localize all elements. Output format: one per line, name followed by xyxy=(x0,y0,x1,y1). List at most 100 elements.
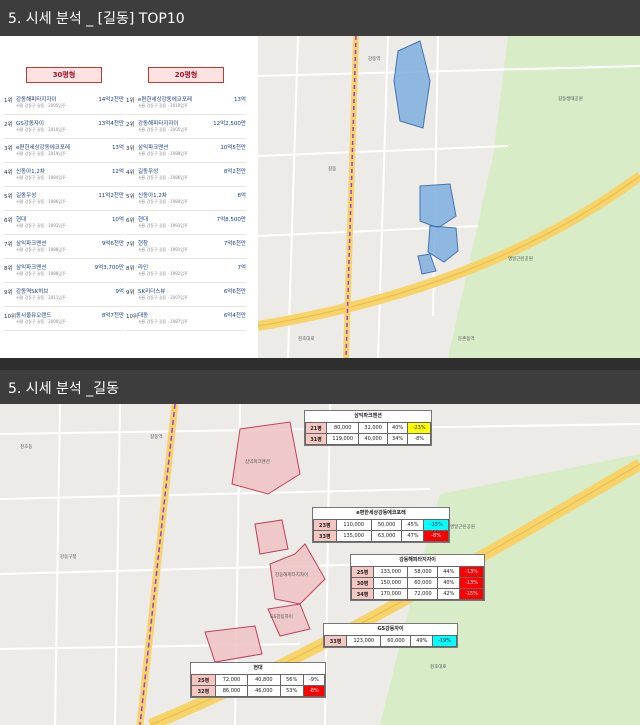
complex-price: 6억6천만 xyxy=(223,289,246,295)
pyeong-cell: 33평 xyxy=(323,635,348,647)
sale-price-cell: 110,000 xyxy=(335,519,372,531)
ranking-row[interactable]: 4위 길동우성 서울 강동구 길동 · 1986입주 8억2천만 xyxy=(126,164,246,187)
price-box-title: GS강동자이 xyxy=(377,626,404,632)
complex-price: 8억7천만 xyxy=(101,313,124,319)
rank-number: 3위 xyxy=(4,146,13,152)
complex-price: 8억 xyxy=(237,193,246,199)
ranking-row[interactable]: 8위 라인 서울 강동구 길동 · 1992입주 7억 xyxy=(126,260,246,283)
change-rate-cell: -15% xyxy=(459,588,484,600)
change-rate-cell: -19% xyxy=(432,635,457,647)
rank-number: 7위 xyxy=(4,242,13,248)
complex-price: 9억3,700만 xyxy=(94,265,124,271)
complex-address: 서울 강동구 길동 · 1993입주 xyxy=(16,223,66,228)
complex-name: 강동해피타지자이 xyxy=(16,97,57,103)
complex-price: 7억6천만 xyxy=(223,241,246,247)
complex-name: 길동우성 xyxy=(16,193,37,199)
price-box-happytage: 강동해피타지자이 25평 133,000 58,000 44% -13% 30평 150,00… xyxy=(350,554,485,601)
jeonse-ratio-cell: 44% xyxy=(437,566,461,578)
map-label: 명일근린공원 xyxy=(450,525,475,530)
complex-price: 10억 xyxy=(111,217,124,223)
price-row: 34평 170,000 72,000 42% -15% xyxy=(350,588,484,600)
rank-number: 10위 xyxy=(126,314,139,320)
rank-number: 3위 xyxy=(126,146,135,152)
jeonse-ratio-cell: 40% xyxy=(437,577,461,589)
ranking-row[interactable]: 10위 대동 서울 강동구 길동 · 1987입주 6억4천만 xyxy=(126,308,246,331)
ranking-row[interactable]: 6위 현대 서울 강동구 길동 · 1993입주 10억 xyxy=(4,212,124,235)
complex-price: 6억4천만 xyxy=(223,313,246,319)
ranking-row[interactable]: 9위 SK리더스뷰 서울 강동구 길동 · 2007입주 6억6천만 xyxy=(126,284,246,307)
price-table: 33평 123,000 60,000 49% -19% xyxy=(323,635,457,647)
price-box-hyundai: 현대 25평 72,000 40,800 56% -9% 32평 86,000 46,000 53… xyxy=(190,662,326,698)
ranking-row[interactable]: 6위 현대 서울 강동구 길동 · 1993입주 7억8,500만 xyxy=(126,212,246,235)
ecofore-polygon[interactable] xyxy=(254,519,289,555)
complex-name: e편한세상강동에코포레 xyxy=(16,145,70,151)
complex-price: 8억2천만 xyxy=(223,169,246,175)
complex-name: 삼익파크맨션 xyxy=(138,145,169,151)
rank-number: 4위 xyxy=(4,170,13,176)
ranking-row[interactable]: 4위 신동아1,2차 서울 강동구 길동 · 1984입주 12억 xyxy=(4,164,124,187)
ranking-row[interactable]: 7위 현창 서울 강동구 길동 · 1991입주 7억6천만 xyxy=(126,236,246,259)
complex-price: 14억2천만 xyxy=(98,97,124,103)
jeonse-price-cell: 63,000 xyxy=(370,530,403,542)
pyeong-cell: 25평 xyxy=(191,674,216,686)
bottom-map[interactable]: 천호동 길동역 강동구청 삼익파크맨션 강동해피타지자이 GS강동자이 천호대로 명일근린공원… xyxy=(0,404,640,725)
top-map[interactable]: 길동 강동역 명일근린공원 길동생태공원 천호대로 둔촌동역 xyxy=(258,36,640,358)
complex-address: 서울 강동구 길동 · 2019입주 xyxy=(16,151,66,156)
ranking-row[interactable]: 5위 길동우성 서울 강동구 길동 · 1986입주 11억2천만 xyxy=(4,188,124,211)
ranking-row[interactable]: 9위 강동역SK허브 서울 강동구 길동 · 2011입주 9억 xyxy=(4,284,124,307)
jeonse-ratio-cell: 47% xyxy=(401,530,425,542)
change-rate-cell: -23% xyxy=(407,422,431,434)
rank-number: 2위 xyxy=(126,122,135,128)
rank-number: 7위 xyxy=(126,242,135,248)
price-box-title: 현대 xyxy=(253,665,263,671)
pyeong-cell: 23평 xyxy=(313,519,337,531)
complex-address: 서울 강동구 길동 · 1986입주 xyxy=(16,199,66,204)
map-label: 삼익파크맨션 xyxy=(245,460,270,465)
ranking-row[interactable]: 3위 e편한세상강동에코포레 서울 강동구 길동 · 2019입주 13억 xyxy=(4,140,124,163)
complex-price: 12억2,500만 xyxy=(213,121,246,127)
rank-number: 4위 xyxy=(126,170,135,176)
ranking-row[interactable]: 1위 강동해피타지자이 서울 강동구 길동 · 2005입주 14억2천만 xyxy=(4,92,124,115)
pyeong-cell: 25평 xyxy=(350,566,375,578)
price-row: 33평 123,000 60,000 49% -19% xyxy=(323,635,457,647)
complex-name: 라인 xyxy=(138,265,149,271)
price-row: 23평 110,000 50,000 45% -15% xyxy=(313,519,449,531)
price-box-gs: GS강동자이 33평 123,000 60,000 49% -19% xyxy=(323,623,458,648)
complex-address: 서울 강동구 길동 · 2011입주 xyxy=(16,295,66,300)
complex-price: 13억 xyxy=(111,145,124,151)
sale-price-cell: 150,000 xyxy=(373,577,409,589)
pyeong-cell: 21평 xyxy=(305,422,327,434)
jeonse-price-cell: 60,000 xyxy=(407,577,439,589)
jeonse-price-cell: 46,000 xyxy=(247,685,281,697)
jeonse-ratio-cell: 56% xyxy=(279,674,304,686)
change-rate-cell: -8% xyxy=(423,530,449,542)
map-label: 강동구청 xyxy=(60,555,77,560)
jeonse-ratio-cell: 45% xyxy=(401,519,425,531)
ranking-row[interactable]: 7위 삼익파크맨션 서울 강동구 길동 · 1988입주 9억6천만 xyxy=(4,236,124,259)
ranking-row[interactable]: 5위 신동아1,2차 서울 강동구 길동 · 1984입주 8억 xyxy=(126,188,246,211)
ranking-row[interactable]: 10위 동서울유오랜드 서울 강동구 길동 · 2000입주 8억7천만 xyxy=(4,308,124,331)
sale-price-cell: 135,000 xyxy=(335,530,372,542)
complex-address: 서울 강동구 길동 · 1988입주 xyxy=(16,247,66,252)
complex-name: GS강동자이 xyxy=(16,121,44,127)
ranking-row[interactable]: 3위 삼익파크맨션 서울 강동구 길동 · 1988입주 10억5천만 xyxy=(126,140,246,163)
price-row: 25평 72,000 40,800 56% -9% xyxy=(191,674,326,686)
change-rate-cell: -13% xyxy=(459,577,484,589)
sale-price-cell: 86,000 xyxy=(214,685,249,697)
map-label: 길동역 xyxy=(150,435,163,440)
complex-address: 서울 강동구 길동 · 2000입주 xyxy=(16,319,66,324)
change-rate-cell: -13% xyxy=(459,566,484,578)
price-row: 31평 119,000 40,000 34% -8% xyxy=(305,433,431,445)
ranking-row[interactable]: 2위 강동해피타지자이 서울 강동구 길동 · 2005입주 12억2,500만 xyxy=(126,116,246,139)
complex-address: 서울 강동구 길동 · 2005입주 xyxy=(16,103,66,108)
rank-number: 5위 xyxy=(4,194,13,200)
ranking-row[interactable]: 1위 e편한세상강동에코포레 서울 강동구 길동 · 2019입주 13억 xyxy=(126,92,246,115)
map-label: 천호동 xyxy=(20,445,33,450)
bottom-slide-title: 5. 시세 분석 _길동 xyxy=(0,370,640,404)
ranking-row[interactable]: 8위 삼익파크맨션 서울 강동구 길동 · 1988입주 9억3,700만 xyxy=(4,260,124,283)
rank-number: 9위 xyxy=(126,290,135,296)
map-label: 명일근린공원 xyxy=(508,257,533,262)
complex-address: 서울 강동구 길동 · 1992입주 xyxy=(138,271,188,276)
ranking-row[interactable]: 2위 GS강동자이 서울 강동구 길동 · 2010입주 13억4천만 xyxy=(4,116,124,139)
complex-price: 7억8,500만 xyxy=(216,217,246,223)
